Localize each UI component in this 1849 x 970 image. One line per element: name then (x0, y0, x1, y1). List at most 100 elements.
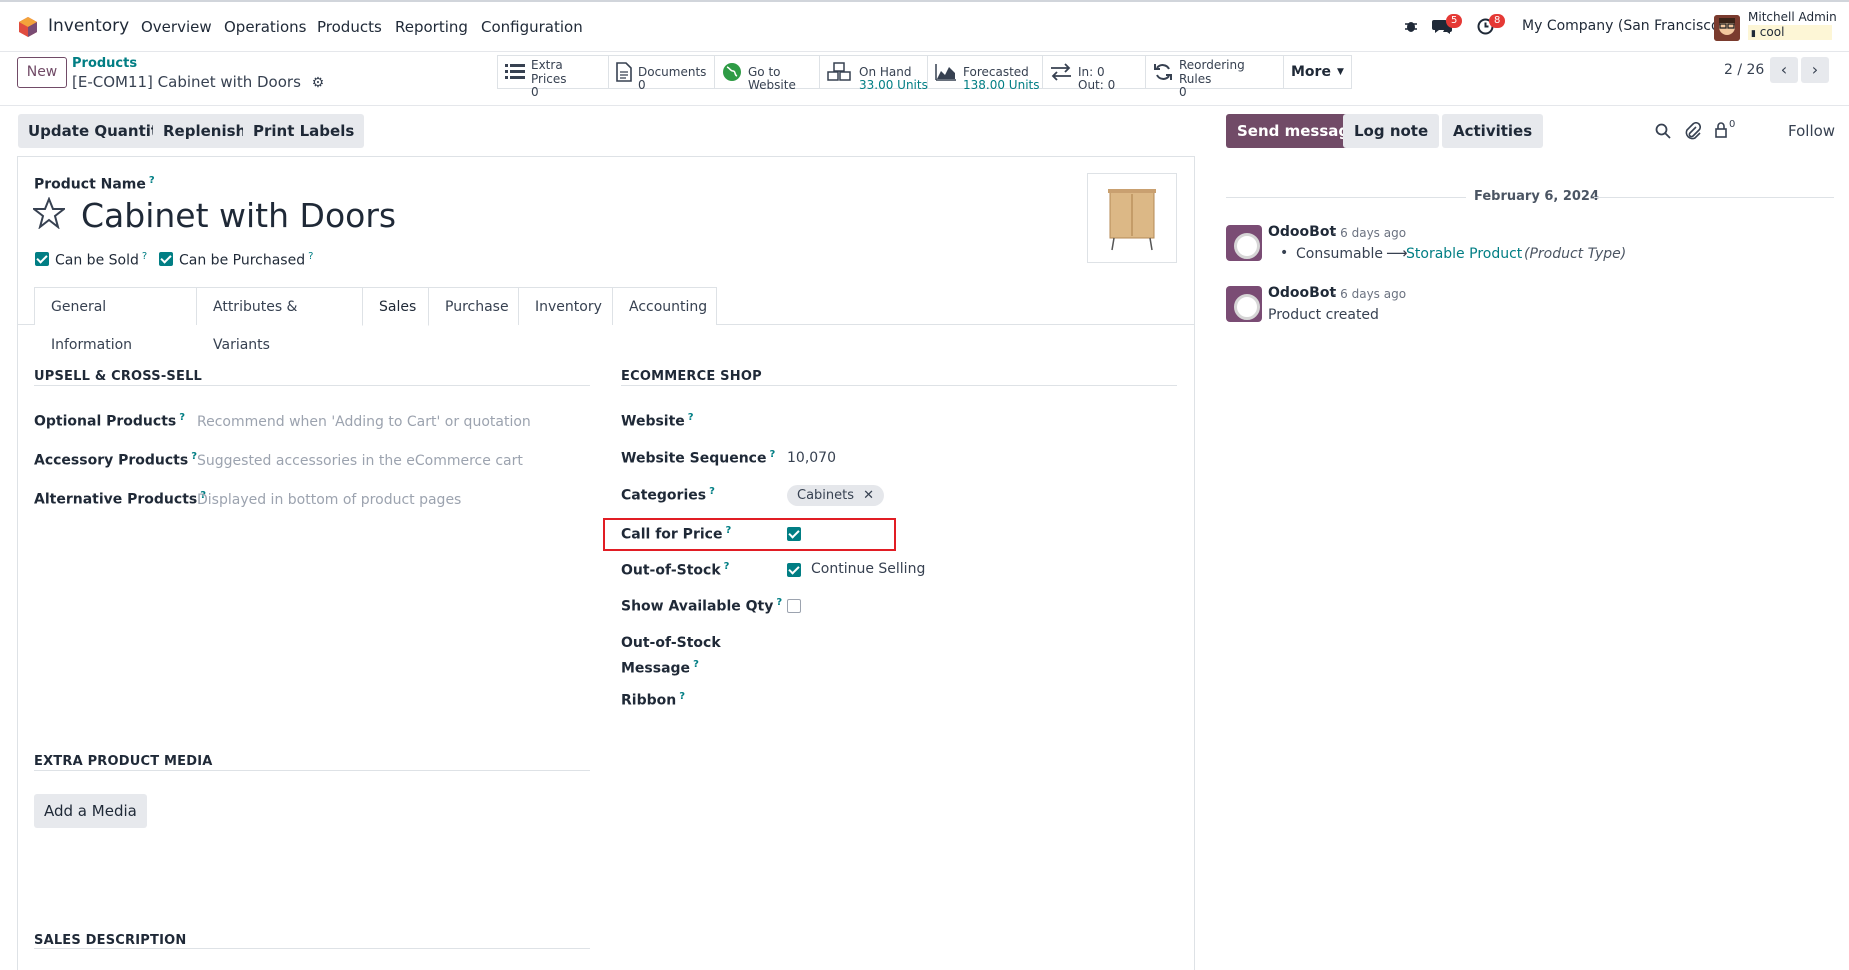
help-icon[interactable]: ? (688, 412, 694, 423)
smart-button-extra-prices[interactable]: Extra Prices 0 (498, 56, 609, 99)
help-icon[interactable]: ? (149, 175, 155, 186)
new-button[interactable]: New (17, 57, 67, 88)
print-labels-button[interactable]: Print Labels (243, 114, 365, 148)
menu-products[interactable]: Products (317, 18, 382, 36)
out-of-stock-message-label: Out-of-Stock Message? (621, 633, 721, 680)
oos-message-line-1: Out-of-Stock (621, 635, 721, 651)
accessory-products-input[interactable]: Suggested accessories in the eCommerce c… (197, 453, 523, 469)
product-image[interactable] (1087, 173, 1177, 263)
paperclip-icon[interactable] (1685, 121, 1702, 144)
help-icon[interactable]: ? (679, 691, 685, 702)
app-logo-icon[interactable] (18, 16, 38, 42)
tab-attributes-variants[interactable]: Attributes & Variants (196, 287, 363, 353)
follower-count: 0 (1729, 119, 1736, 130)
ecommerce-divider (621, 385, 1177, 386)
tab-sales[interactable]: Sales (362, 287, 429, 326)
odoobot-avatar[interactable] (1226, 225, 1262, 261)
arrow-right-icon: ⟶ (1386, 244, 1408, 262)
help-icon[interactable]: ? (709, 486, 715, 497)
message-body: Product created (1268, 307, 1379, 323)
replenish-button[interactable]: Replenish (153, 114, 257, 148)
oos-message-line-2: Message? (621, 654, 721, 680)
smart-buttons: Extra Prices 0 Documents 0 Go to Website On… (497, 55, 1352, 99)
can-be-sold-checkbox[interactable] (35, 252, 49, 266)
website-input[interactable] (786, 410, 1176, 432)
extra-media-divider (34, 770, 590, 771)
sales-description-divider (34, 948, 590, 949)
product-name-input[interactable]: Cabinet with Doors (81, 196, 396, 235)
tab-general-information[interactable]: General Information (34, 287, 197, 353)
pager-next-button[interactable]: › (1801, 57, 1829, 83)
tracking-bullet: • (1280, 245, 1289, 261)
pager-previous-button[interactable]: ‹ (1770, 57, 1798, 83)
follow-button[interactable]: Follow (1788, 122, 1835, 140)
alternative-products-text: Alternative Products (34, 491, 198, 508)
website-sequence-text: Website Sequence (621, 450, 767, 467)
user-name[interactable]: Mitchell Admin (1748, 10, 1837, 24)
message-author[interactable]: OdooBot (1268, 285, 1336, 301)
help-icon[interactable]: ? (725, 525, 731, 536)
can-be-purchased-checkbox[interactable] (159, 252, 173, 266)
help-icon[interactable]: ? (693, 659, 699, 670)
alternative-products-input[interactable]: Displayed in bottom of product pages (197, 492, 461, 508)
call-for-price-checkbox[interactable] (787, 527, 801, 541)
help-icon[interactable]: ? (308, 251, 313, 262)
gear-icon[interactable]: ⚙ (312, 75, 325, 91)
can-be-purchased-text: Can be Purchased (179, 252, 306, 269)
company-switcher[interactable]: My Company (San Francisco) (1522, 18, 1725, 34)
log-note-button[interactable]: Log note (1343, 114, 1440, 148)
menu-configuration[interactable]: Configuration (481, 18, 583, 36)
exchange-icon (1051, 63, 1071, 81)
smart-label: Go to (748, 65, 781, 79)
website-sequence-input[interactable]: 10,070 (787, 450, 836, 466)
smart-label: In: 0 (1078, 65, 1105, 79)
out-of-stock-text: Out-of-Stock (621, 562, 721, 579)
category-tag-label: Cabinets (797, 488, 855, 503)
add-media-button[interactable]: Add a Media (34, 794, 147, 828)
optional-products-text: Optional Products (34, 413, 177, 430)
menu-operations[interactable]: Operations (224, 18, 306, 36)
can-be-purchased-label: Can be Purchased? (179, 251, 313, 269)
smart-button-on-hand[interactable]: On Hand 33.00 Units (820, 56, 928, 92)
show-available-qty-checkbox[interactable] (787, 599, 801, 613)
smart-button-website[interactable]: Go to Website (715, 56, 820, 92)
accessory-products-label: Accessory Products? (34, 451, 197, 469)
remove-tag-icon[interactable]: ✕ (863, 488, 874, 503)
help-icon[interactable]: ? (142, 251, 147, 262)
help-icon[interactable]: ? (724, 561, 730, 572)
smart-button-reordering-rules[interactable]: Reordering Rules 0 (1146, 56, 1284, 99)
product-name-label-text: Product Name (34, 176, 146, 193)
smart-button-in-out[interactable]: In: 0 Out: 0 (1043, 56, 1146, 92)
help-icon[interactable]: ? (179, 412, 185, 423)
database-icon: ▮ (1751, 29, 1756, 39)
more-button[interactable]: More ▼ (1284, 56, 1351, 88)
user-avatar[interactable] (1714, 15, 1740, 41)
message-author[interactable]: OdooBot (1268, 224, 1336, 240)
breadcrumb-products[interactable]: Products (72, 56, 137, 71)
odoobot-avatar[interactable] (1226, 286, 1262, 322)
menu-reporting[interactable]: Reporting (395, 18, 468, 36)
smart-button-documents[interactable]: Documents 0 (609, 56, 715, 92)
followers-lock-icon[interactable] (1714, 122, 1728, 142)
search-icon[interactable] (1655, 123, 1671, 143)
menu-overview[interactable]: Overview (141, 18, 212, 36)
call-for-price-text: Call for Price (621, 526, 723, 543)
help-icon[interactable]: ? (769, 449, 775, 460)
help-icon[interactable]: ? (776, 597, 782, 608)
refresh-icon (1154, 64, 1172, 80)
can-be-sold-text: Can be Sold (55, 252, 139, 269)
favorite-star-icon[interactable] (31, 196, 67, 233)
optional-products-input[interactable]: Recommend when 'Adding to Cart' or quota… (197, 414, 531, 430)
tab-accounting[interactable]: Accounting (612, 287, 717, 325)
activities-button[interactable]: Activities (1442, 114, 1544, 148)
smart-label: Documents (638, 65, 707, 79)
smart-value: Out: 0 (1078, 78, 1116, 92)
pager-value[interactable]: 2 / 26 (1724, 62, 1764, 78)
tab-purchase[interactable]: Purchase (428, 287, 519, 325)
chevron-right-icon: › (1811, 60, 1819, 79)
tab-inventory[interactable]: Inventory (518, 287, 613, 325)
bug-icon[interactable] (1403, 18, 1419, 38)
smart-button-forecasted[interactable]: Forecasted 138.00 Units (928, 56, 1043, 92)
continue-selling-checkbox[interactable] (787, 563, 801, 577)
app-name[interactable]: Inventory (48, 16, 129, 36)
